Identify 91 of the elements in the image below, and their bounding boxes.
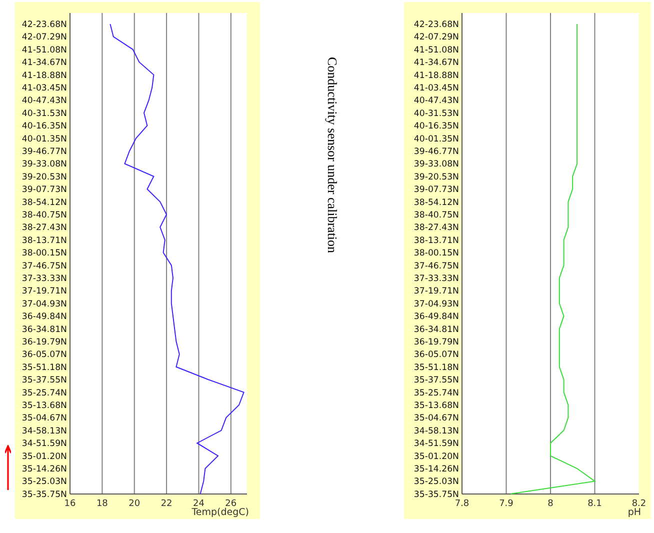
axis-tick-label: 36-19.79N	[414, 338, 459, 348]
axis-tick-label: 39-20.53N	[414, 172, 459, 182]
axis-tick-label: 7.9	[499, 499, 514, 509]
axis-tick-label: 35-13.68N	[22, 401, 67, 411]
axis-tick-label: 35-35.75N	[414, 490, 459, 500]
axis-tick-label: 41-34.67N	[22, 58, 67, 68]
axis-tick-label: 35-13.68N	[414, 401, 459, 411]
axis-tick-label: 38-54.12N	[414, 198, 459, 208]
axis-tick-label: 42-07.29N	[414, 32, 459, 43]
axis-tick-label: 40-16.35N	[22, 122, 67, 132]
axis-tick-label: 35-25.74N	[414, 388, 459, 398]
axis-tick-label: 38-40.75N	[22, 210, 67, 220]
axis-tick-label: 35-04.67N	[414, 414, 459, 424]
axis-tick-label: 35-35.75N	[22, 490, 67, 500]
axis-tick-label: 40-47.43N	[22, 96, 67, 106]
axis-tick-label: 41-18.88N	[414, 70, 459, 81]
axis-tick-label: 37-46.75N	[22, 261, 67, 272]
axis-tick-label: 35-25.03N	[22, 477, 67, 488]
axis-tick-label: 39-33.08N	[22, 160, 67, 170]
axis-tick-label: 37-46.75N	[414, 261, 459, 272]
axis-tick-label: 36-34.81N	[414, 324, 459, 335]
axis-tick-label: 40-01.35N	[22, 134, 67, 144]
axis-tick-label: 41-51.08N	[22, 45, 67, 56]
axis-tick-label: 37-33.33N	[22, 274, 67, 284]
chart-annotation: Conductivity sensor under calibration	[324, 57, 341, 254]
axis-tick-label: 37-33.33N	[414, 274, 459, 284]
axis-tick-label: 38-00.15N	[22, 248, 67, 259]
axis-tick-label: 35-04.67N	[22, 414, 67, 424]
axis-tick-label: 41-03.45N	[22, 84, 67, 94]
arrow-up-icon	[4, 445, 10, 490]
axis-tick-label: 38-00.15N	[414, 248, 459, 259]
axis-tick-label: 8.1	[588, 499, 602, 509]
axis-title: pH	[628, 507, 641, 518]
axis-tick-label: 34-51.59N	[414, 439, 459, 450]
axis-tick-label: 41-51.08N	[414, 45, 459, 56]
axis-tick-label: 35-37.55N	[22, 376, 67, 386]
axis-tick-label: 37-19.71N	[414, 286, 459, 297]
axis-tick-label: 41-03.45N	[414, 84, 459, 94]
axis-tick-label: 36-34.81N	[22, 324, 67, 335]
axis-tick-label: 20	[128, 499, 140, 509]
axis-tick-label: 39-07.73N	[22, 185, 67, 196]
axis-tick-label: 38-40.75N	[414, 210, 459, 220]
axis-title: Temp(degC)	[192, 507, 249, 518]
axis-tick-label: 35-25.03N	[414, 477, 459, 488]
axis-tick-label: 42-23.68N	[414, 20, 459, 30]
axis-tick-label: 24	[193, 499, 204, 509]
axis-tick-label: 22	[160, 499, 172, 509]
axis-tick-label: 35-01.20N	[22, 452, 67, 462]
axis-tick-label: 39-33.08N	[414, 160, 459, 170]
axis-tick-label: 34-58.13N	[22, 426, 67, 436]
axis-tick-label: 40-31.53N	[22, 108, 67, 119]
axis-tick-label: 41-34.67N	[414, 58, 459, 68]
axis-tick-label: 39-46.77N	[414, 147, 459, 157]
axis-tick-label: 35-01.20N	[414, 452, 459, 462]
axis-tick-label: 38-54.12N	[22, 198, 67, 208]
axis-tick-label: 35-25.74N	[22, 388, 67, 398]
axis-tick-label: 40-47.43N	[414, 96, 459, 106]
axis-tick-label: 35-14.26N	[22, 464, 67, 474]
axis-tick-label: 37-04.93N	[22, 299, 67, 310]
axis-tick-label: 37-19.71N	[22, 286, 67, 297]
axis-tick-label: 36-49.84N	[414, 312, 459, 322]
axis-tick-label: 35-51.18N	[414, 362, 459, 373]
axis-tick-label: 40-16.35N	[414, 122, 459, 132]
axis-tick-label: 40-31.53N	[414, 108, 459, 119]
axis-tick-label: 26	[225, 499, 237, 509]
axis-tick-label: 40-01.35N	[414, 134, 459, 144]
axis-tick-label: 41-18.88N	[22, 70, 67, 81]
axis-tick-label: 16	[64, 499, 76, 509]
axis-tick-label: 42-07.29N	[22, 32, 67, 43]
axis-tick-label: 42-23.68N	[22, 20, 67, 30]
axis-tick-label: 34-58.13N	[414, 426, 459, 436]
axis-tick-label: 39-07.73N	[414, 185, 459, 196]
axis-tick-label: 38-13.71N	[414, 236, 459, 246]
axis-tick-label: 38-27.43N	[22, 223, 67, 234]
axis-tick-label: 35-14.26N	[414, 464, 459, 474]
axis-tick-label: 18	[96, 499, 108, 509]
axis-tick-label: 35-37.55N	[414, 376, 459, 386]
axis-tick-label: 38-13.71N	[22, 236, 67, 246]
axis-tick-label: 35-51.18N	[22, 362, 67, 373]
axis-tick-label: 36-05.07N	[22, 350, 67, 360]
axis-tick-label: 39-20.53N	[22, 172, 67, 182]
axis-tick-label: 8.2	[632, 499, 646, 509]
axis-tick-label: 37-04.93N	[414, 299, 459, 310]
axis-tick-label: 36-49.84N	[22, 312, 67, 322]
axis-tick-label: 8	[548, 499, 554, 509]
axis-tick-label: 7.8	[454, 499, 470, 509]
axis-tick-label: 39-46.77N	[22, 147, 67, 157]
axis-tick-label: 34-51.59N	[22, 439, 67, 450]
axis-tick-label: 36-05.07N	[414, 350, 459, 360]
axis-tick-label: 38-27.43N	[414, 223, 459, 234]
axis-tick-label: 36-19.79N	[22, 338, 67, 348]
